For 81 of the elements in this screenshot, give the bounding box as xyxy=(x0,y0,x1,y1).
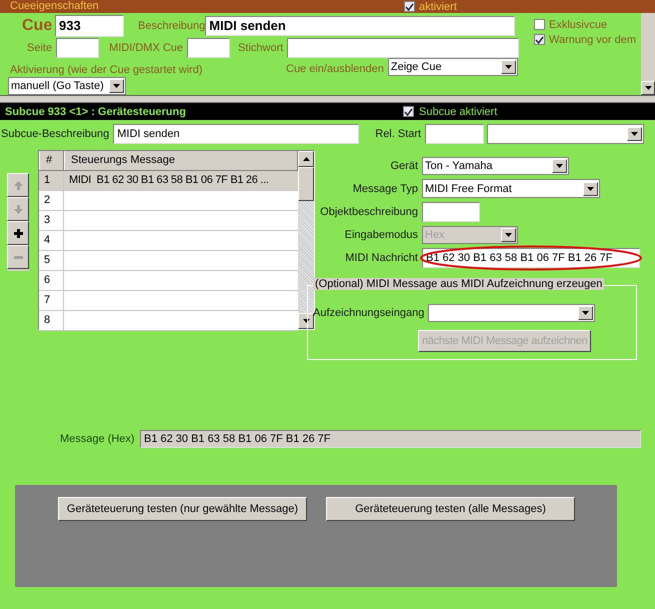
text-field[interactable] xyxy=(187,38,230,58)
caret-icon xyxy=(504,65,512,69)
dropdown[interactable]: Ton - Yamaha xyxy=(422,157,569,175)
field-label: Cue ein/ausblenden xyxy=(286,63,384,75)
table-row[interactable]: 5 xyxy=(39,251,298,271)
text-field[interactable] xyxy=(287,38,520,58)
field-label: Message Typ xyxy=(352,182,418,194)
field-label: Objektbeschreibung xyxy=(319,206,418,218)
caret-icon xyxy=(582,311,590,315)
readonly-field: B1 62 30 B1 63 58 B1 06 7F B1 26 7F xyxy=(140,430,641,448)
caret-icon xyxy=(587,186,594,190)
caret-icon xyxy=(644,86,652,90)
check-icon xyxy=(405,2,414,10)
dropdown[interactable] xyxy=(487,124,644,144)
caret-icon xyxy=(631,132,638,136)
field-label: Seite xyxy=(27,42,52,54)
dropdown[interactable]: Zeige Cue xyxy=(388,58,518,76)
text-field[interactable] xyxy=(425,124,484,144)
test-button[interactable]: Geräteteuerung testen (alle Messages) xyxy=(326,497,575,521)
field-label: Subcue-Beschreibung xyxy=(1,128,110,140)
scroll-thumb[interactable] xyxy=(298,167,314,201)
scrollbar[interactable] xyxy=(298,151,314,329)
group-legend: (Optional) MIDI Message aus MIDI Aufzeichnung erzeugen xyxy=(313,278,604,290)
caret-icon xyxy=(113,84,120,88)
dropdown[interactable]: MIDI Free Format xyxy=(422,179,600,198)
table-cell: 1 xyxy=(39,171,64,190)
field-label: Message (Hex) xyxy=(60,433,136,445)
caret-icon xyxy=(505,233,512,237)
checkbox[interactable] xyxy=(534,19,545,30)
text-field[interactable] xyxy=(422,202,480,222)
field-label: Beschreibung xyxy=(138,20,206,32)
table-row[interactable]: 1 MIDI B1 62 30 B1 63 58 B1 06 7F B1 26 ... xyxy=(39,171,298,191)
checkbox-label: Exklusivcue xyxy=(549,18,608,30)
text-field[interactable] xyxy=(56,38,100,58)
checkbox[interactable] xyxy=(534,34,545,45)
test-button[interactable]: Geräteteuerung testen (nur gewählte Message) xyxy=(58,497,307,521)
table-row[interactable]: 8 xyxy=(39,311,298,331)
field-label: MIDI/DMX Cue xyxy=(109,42,184,54)
table-row[interactable]: 7 xyxy=(39,291,298,311)
table-cell: 8 xyxy=(39,311,64,330)
checkbox[interactable] xyxy=(403,106,414,117)
check-icon xyxy=(404,108,413,116)
table-cell: 7 xyxy=(39,291,64,310)
column-header[interactable]: # xyxy=(39,151,64,170)
checkbox-label: aktiviert xyxy=(419,0,457,12)
table-cell: 2 xyxy=(39,191,64,210)
field-label: Rel. Start xyxy=(375,128,422,140)
dropdown[interactable]: manuell (Go Taste) xyxy=(8,76,126,94)
table-cell: 6 xyxy=(39,271,64,290)
table-cell: 5 xyxy=(39,251,64,270)
field-label: Stichwort xyxy=(238,42,284,54)
text-field[interactable]: MIDI senden xyxy=(205,16,516,36)
checkbox-label: Subcue aktiviert xyxy=(419,106,498,118)
table-row[interactable]: 6 xyxy=(39,271,298,291)
scrollbar[interactable] xyxy=(641,13,655,95)
table-cell: 4 xyxy=(39,231,64,250)
table-row[interactable]: 3 xyxy=(39,211,298,231)
checkbox[interactable] xyxy=(404,1,415,12)
down-arrow-icon xyxy=(14,204,22,214)
checkbox-label: Warnung vor dem xyxy=(549,34,636,46)
field-label: Eingabemodus xyxy=(344,229,418,241)
table-cell-text: MIDI B1 62 30 B1 63 58 B1 06 7F B1 26 ... xyxy=(68,173,270,188)
table-cell: 3 xyxy=(39,211,64,230)
table-row[interactable]: 4 xyxy=(39,231,298,251)
caret-icon xyxy=(556,164,563,168)
up-arrow-icon xyxy=(14,180,22,190)
field-label: Aktivierung (wie der Cue gestartet wird) xyxy=(10,64,204,76)
dropdown[interactable] xyxy=(428,304,596,322)
plus-icon xyxy=(14,228,22,238)
text-field[interactable]: 933 xyxy=(55,14,124,36)
table-row[interactable]: 2 xyxy=(39,191,298,211)
check-icon xyxy=(535,36,544,44)
panel-title: Cueeigenschaften xyxy=(10,0,100,13)
field-label: Gerät xyxy=(389,160,418,172)
row-button[interactable] xyxy=(7,221,29,245)
cue-label: Cue xyxy=(22,16,54,34)
caret-icon xyxy=(302,157,310,161)
field-label: MIDI Nachricht xyxy=(344,252,418,264)
caret-icon xyxy=(302,319,310,323)
panel-title: Subcue 933 <1> : Gerätesteuerung xyxy=(5,106,187,118)
text-field[interactable]: MIDI senden xyxy=(113,124,360,144)
